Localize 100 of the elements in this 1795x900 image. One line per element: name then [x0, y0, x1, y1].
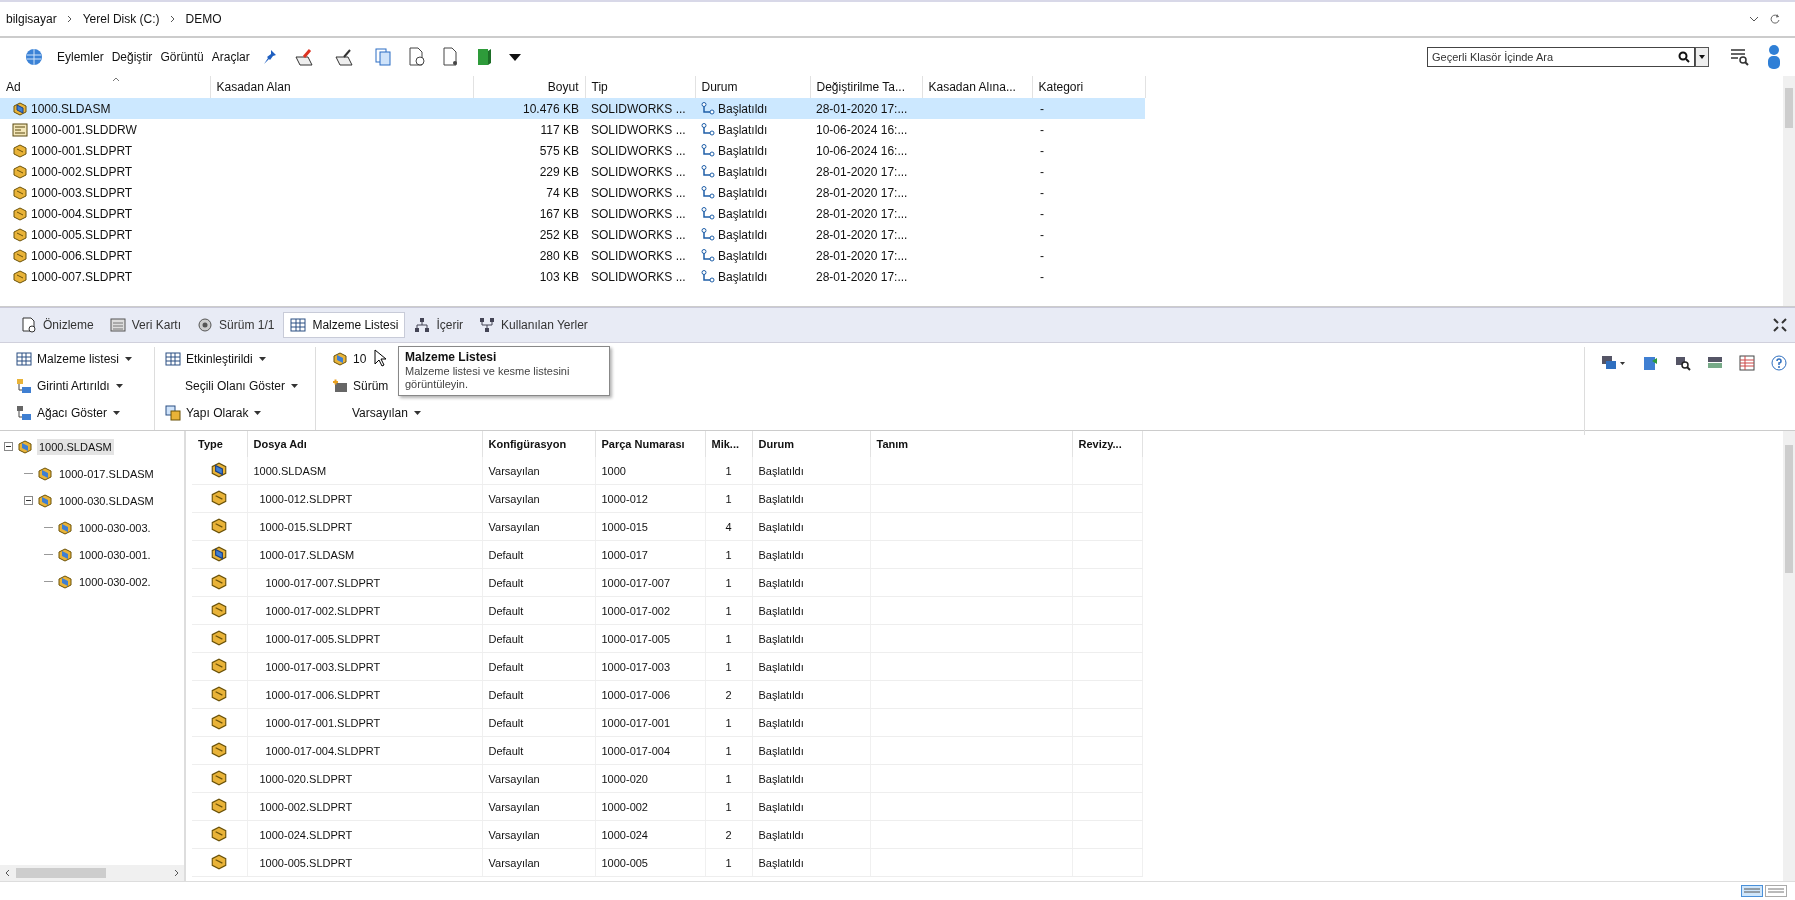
menu-item[interactable]: Görüntü — [159, 50, 205, 64]
search-list-icon[interactable] — [1730, 48, 1750, 66]
assembly-icon — [57, 546, 73, 563]
pin-icon[interactable] — [261, 48, 278, 66]
table-cell-text: - — [1039, 142, 1045, 160]
file-row[interactable]: 1000.SLDASM 10.476 KB SOLIDWORKS ... Başlatıldı 28-01-2020 17:... - — [0, 98, 1145, 119]
file-row[interactable]: 1000-006.SLDPRT 280 KB SOLIDWORKS ... Başlatıldı 28-01-2020 17:... - — [0, 245, 1145, 266]
column-header[interactable]: Revizy... — [1072, 431, 1142, 457]
tab[interactable]: İçerir — [407, 312, 471, 338]
table-cell: - — [1032, 98, 1145, 119]
column-header[interactable]: Parça Numarası — [595, 431, 705, 457]
column-header[interactable]: Type — [192, 431, 247, 457]
column-header[interactable]: Dosya Adı — [247, 431, 482, 457]
table-cell: 1 — [705, 652, 752, 681]
file-row[interactable]: 1000-001.SLDDRW 117 KB SOLIDWORKS ... Başlatıldı 10-06-2024 16:... - — [0, 119, 1145, 140]
table-cell: 1000.SLDASM — [247, 457, 482, 485]
breadcrumb-item[interactable]: DEMO — [185, 12, 222, 26]
tree-item[interactable]: 1000-030-002. — [77, 573, 153, 590]
dropdown-icon[interactable] — [1749, 15, 1759, 23]
windows-icon[interactable] — [1601, 355, 1627, 371]
tree-item[interactable]: 1000-030-001. — [77, 546, 153, 563]
scrollbar[interactable] — [1783, 76, 1795, 306]
copy-icon[interactable] — [373, 47, 392, 67]
collapse-toggle-icon[interactable] — [4, 442, 13, 451]
table-cell: 1000-002.SLDPRT — [0, 161, 210, 182]
toolbar-button[interactable]: Etkinleştirildi — [163, 347, 303, 370]
table-cell: Default — [482, 652, 595, 681]
server-icon[interactable] — [1707, 355, 1723, 371]
table-cell: Başlatıldı — [695, 224, 810, 245]
column-header[interactable]: Konfigürasyon — [482, 431, 595, 457]
file-row[interactable]: 1000-003.SLDPRT 74 KB SOLIDWORKS ... Başlatıldı 28-01-2020 17:... - — [0, 182, 1145, 203]
tree-item[interactable]: 1000.SLDASM — [37, 438, 114, 455]
menu-item[interactable]: Değiştir — [110, 50, 154, 64]
column-header[interactable]: Tanım — [870, 431, 1072, 457]
menu-item[interactable]: Araçlar — [210, 50, 251, 64]
part-icon — [210, 516, 229, 535]
grid-icon[interactable] — [1739, 355, 1755, 371]
table-cell-text: 252 KB — [538, 226, 580, 244]
book-icon[interactable] — [475, 47, 492, 67]
scroll-left-icon[interactable] — [4, 869, 12, 877]
file-row[interactable]: 1000-004.SLDPRT 167 KB SOLIDWORKS ... Başlatıldı 28-01-2020 17:... - — [0, 203, 1145, 224]
tree-item[interactable]: 1000-030-003. — [77, 519, 153, 536]
table-cell: 1000.SLDASM — [0, 98, 210, 119]
tab[interactable]: Sürüm 1/1 — [190, 312, 282, 338]
column-header[interactable]: Mik... — [705, 431, 752, 457]
toolbar-button[interactable]: Ağacı Göster — [14, 401, 142, 424]
table-cell: Başlatıldı — [695, 266, 810, 287]
table-cell: Default — [482, 568, 595, 597]
scrollbar[interactable] — [0, 865, 184, 881]
expand-icon[interactable] — [1773, 318, 1787, 332]
document-add-icon[interactable] — [407, 47, 426, 67]
column-header[interactable]: Durum — [752, 431, 870, 457]
toolbar-button[interactable]: Girinti Artırıldı — [14, 374, 142, 397]
table-cell: Başlatıldı — [752, 736, 870, 765]
refresh-icon[interactable] — [1769, 13, 1781, 25]
table-cell: Default — [482, 540, 595, 569]
table-cell: 117 KB — [473, 119, 585, 140]
table-cell-text: - — [1039, 205, 1045, 223]
table-cell-text: - — [1039, 163, 1045, 181]
file-row[interactable]: 1000-002.SLDPRT 229 KB SOLIDWORKS ... Başlatıldı 28-01-2020 17:... - — [0, 161, 1145, 182]
table-cell: Default — [482, 736, 595, 765]
menu-item[interactable]: Eylemler — [56, 50, 105, 64]
toolbar-button[interactable]: Seçili Olanı Göster — [163, 374, 303, 397]
export-icon[interactable] — [1643, 355, 1659, 371]
breadcrumb-item[interactable]: bilgisayar — [6, 12, 57, 26]
table-cell: Başlatıldı — [695, 98, 810, 119]
user-icon[interactable] — [1766, 44, 1782, 70]
collapse-toggle-icon[interactable] — [24, 496, 33, 505]
disc-icon — [197, 317, 214, 333]
table-cell-text: 280 KB — [538, 247, 580, 265]
file-row[interactable]: 1000-007.SLDPRT 103 KB SOLIDWORKS ... Başlatıldı 28-01-2020 17:... - — [0, 266, 1145, 287]
document-icon[interactable] — [441, 47, 460, 67]
dropdown-icon[interactable] — [1695, 47, 1709, 67]
table-cell-text: - — [1039, 184, 1045, 202]
scrollbar[interactable] — [1783, 431, 1795, 881]
find-icon[interactable] — [1675, 355, 1691, 371]
toolbar-button[interactable]: Yapı Olarak — [163, 401, 303, 424]
assembly-icon — [57, 573, 73, 590]
table-cell: 1000-017-004 — [595, 736, 705, 765]
table-cell: 28-01-2020 17:... — [810, 98, 922, 119]
table-cell: 1000-001.SLDDRW — [0, 119, 210, 140]
table-cell: Başlatıldı — [752, 457, 870, 485]
file-row[interactable]: 1000-001.SLDPRT 575 KB SOLIDWORKS ... Başlatıldı 10-06-2024 16:... - — [0, 140, 1145, 161]
globe-icon[interactable] — [23, 47, 45, 67]
tree-item[interactable]: 1000-017.SLDASM — [57, 465, 156, 482]
scroll-right-icon[interactable] — [172, 869, 180, 877]
file-row[interactable]: 1000-005.SLDPRT 252 KB SOLIDWORKS ... Başlatıldı 28-01-2020 17:... - — [0, 224, 1145, 245]
toolbar-button[interactable]: Malzeme listesi — [14, 347, 142, 370]
part-icon — [12, 226, 28, 243]
tab[interactable]: Kullanılan Yerler — [472, 312, 595, 338]
search-field[interactable]: Geçerli Klasör İçinde Ara — [1427, 47, 1695, 67]
toolbar-button[interactable]: Varsayılan — [330, 401, 423, 424]
tab[interactable]: Önizleme — [14, 312, 101, 338]
tab[interactable]: Veri Kartı — [102, 312, 189, 338]
tree-item[interactable]: 1000-030.SLDASM — [57, 492, 156, 509]
breadcrumb-item[interactable]: Yerel Disk (C:) — [82, 12, 160, 26]
more-icon[interactable] — [507, 52, 522, 62]
help-icon[interactable] — [1771, 355, 1787, 371]
details-view-icon[interactable] — [1741, 885, 1763, 897]
tab[interactable]: Malzeme Listesi — [283, 312, 406, 338]
